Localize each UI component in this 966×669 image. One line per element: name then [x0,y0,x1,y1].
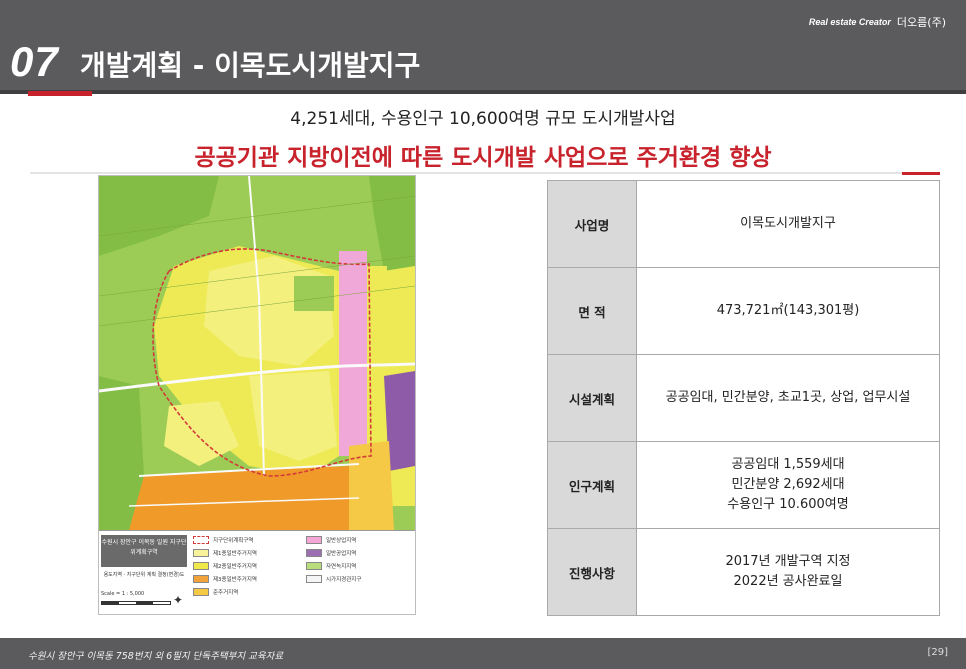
legend-item: 자연녹지지역 [306,561,413,571]
subtitle: 4,251세대, 수용인구 10,600여명 규모 도시개발사업 [290,109,676,129]
header-red-accent [28,91,92,96]
legend-swatch [193,588,209,596]
legend-label: 시가지경관지구 [326,577,362,583]
legend-label: 제2종일반주거지역 [213,564,257,570]
zoning-map-image [99,176,415,530]
page-title: 개발계획 - 이목도시개발지구 [80,49,421,82]
legend-label: 일반상업지역 [326,538,357,544]
legend-item: 일반상업지역 [306,535,413,545]
legend-swatch [306,575,322,583]
legend-items: 지구단위계획구역 일반상업지역제1종일반주거지역 일반공업지역제2종일반주거지역 자연… [193,535,413,597]
legend-item: 제1종일반주거지역 [193,548,300,558]
legend-item: 제3종일반주거지역 [193,574,300,584]
headline: 공공기관 지방이전에 따른 도시개발 사업으로 주거환경 향상 [194,145,772,171]
section-number: 07 [10,38,59,85]
row-value: 공공임대 1,559세대민간분양 2,692세대수용인구 10.600여명 [636,441,940,529]
legend-swatch [193,549,209,557]
row-value-line: 수용인구 10.600여명 [727,497,849,512]
legend-label: 일반공업지역 [326,551,357,557]
scale-bar [101,601,171,605]
legend-swatch [306,549,322,557]
legend-item: 지구단위계획구역 [193,535,300,545]
row-value: 이목도시개발지구 [636,180,940,268]
legend-label: 제1종일반주거지역 [213,551,257,557]
divider-red-accent [902,172,940,175]
legend-label: 제3종일반주거지역 [213,577,257,583]
table-row: 진행사항 2017년 개발구역 지정 2022년 공사완료일 [547,528,940,616]
legend-swatch [193,575,209,583]
legend-label: 지구단위계획구역 [213,538,254,544]
legend-label: 자연녹지지역 [326,564,357,570]
row-label: 인구계획 [547,441,637,529]
row-value: 473,721㎡(143,301평) [636,267,940,355]
legend-swatch [306,536,322,544]
row-value-line: 이목도시개발지구 [740,216,836,231]
row-label: 면 적 [547,267,637,355]
page-number: [29] [927,647,948,658]
legend-swatch [193,536,209,544]
legend-item: 시가지경관지구 [306,574,413,584]
row-label: 진행사항 [547,528,637,616]
legend-swatch [193,562,209,570]
legend-swatch [306,562,322,570]
project-info-table: 사업명 이목도시개발지구 면 적 473,721㎡(143,301평) 시설계획 공공임대… [547,180,940,616]
row-value-line: 공공임대, 민간분양, 초교1곳, 상업, 업무시설 [665,390,911,405]
logo-mark: 더오름(주) [896,16,946,29]
row-label: 사업명 [547,180,637,268]
table-row: 인구계획 공공임대 1,559세대 민간분양 2,692세대 수용인구 10.600여… [547,441,940,529]
content-divider [30,172,940,174]
legend-item: 제2종일반주거지역 [193,561,300,571]
row-value-line: 473,721㎡(143,301평) [716,303,860,318]
table-row: 사업명 이목도시개발지구 [547,180,940,268]
row-value-line: 공공임대 1,559세대 [731,457,845,472]
row-value: 2017년 개발구역 지정 2022년 공사완료일 [636,528,940,616]
legend-item: 준주거지역 [193,587,300,597]
legend-title: 수원시 장안구 이목동 일원 지구단위계획구역 [101,535,187,567]
legend-note: 용도지역 · 지구단위 계획 결정(변경)도 [103,572,185,578]
footer-text: 수원시 장안구 이목동 758번지 외 6필지 단독주택부지 교육자료 [28,651,284,662]
row-label: 시설계획 [547,354,637,442]
company-logo: Real estate Creator 더오름(주) [809,14,946,30]
row-value-line: 2022년 공사완료일 [733,574,843,589]
row-value: 공공임대, 민간분양, 초교1곳, 상업, 업무시설 [636,354,940,442]
zoning-map: 수원시 장안구 이목동 일원 지구단위계획구역 용도지역 · 지구단위 계획 결… [98,175,416,615]
legend-label: 준주거지역 [213,590,239,596]
table-row: 시설계획 공공임대, 민간분양, 초교1곳, 상업, 업무시설 [547,354,940,442]
header-divider [0,90,966,94]
logo-tagline: Real estate Creator [808,17,891,27]
table-row: 면 적 473,721㎡(143,301평) [547,267,940,355]
north-arrow-icon: ✦ [173,593,184,607]
row-value-line: 2017년 개발구역 지정 [725,554,851,569]
row-value-line: 민간분양 2,692세대 [731,477,845,492]
legend-item: 일반공업지역 [306,548,413,558]
map-legend: 수원시 장안구 이목동 일원 지구단위계획구역 용도지역 · 지구단위 계획 결… [99,530,415,614]
